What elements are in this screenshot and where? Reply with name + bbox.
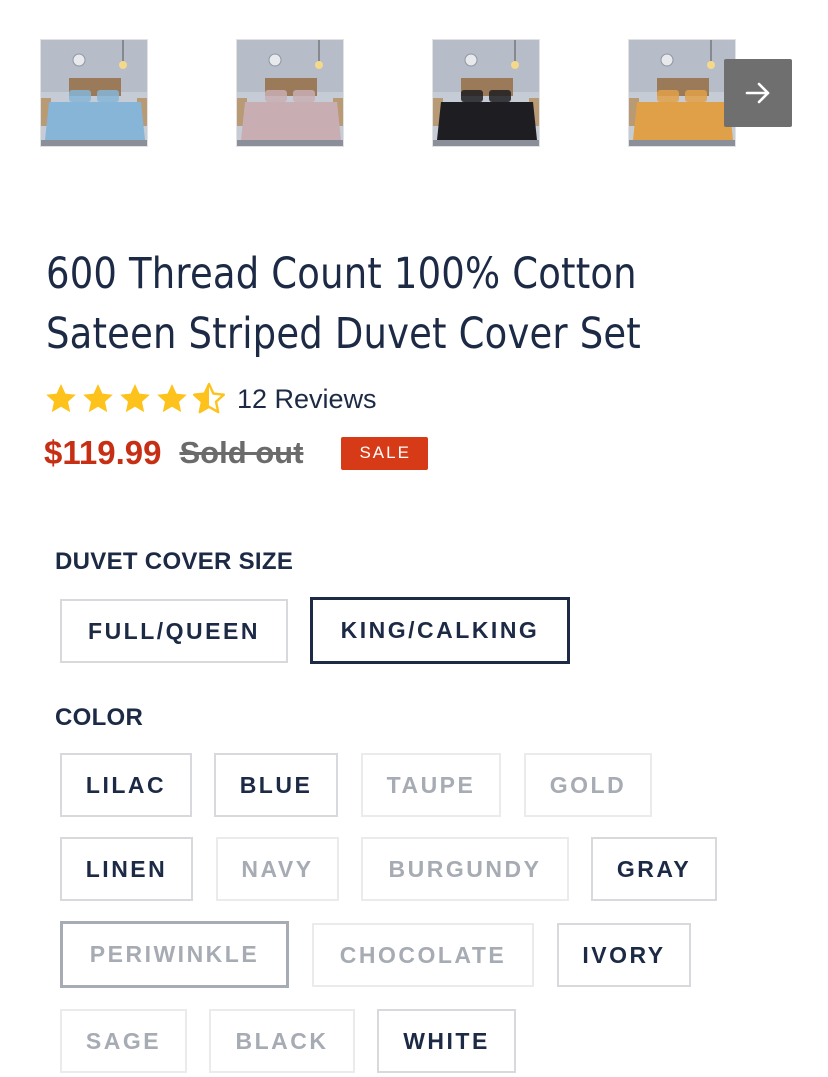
color-option-white[interactable]: WHITE: [377, 1009, 516, 1073]
compare-price: Sold out: [179, 435, 304, 470]
color-option-gray[interactable]: GRAY: [591, 837, 717, 901]
product-title-line-2: Sateen Striped Duvet Cover Set: [46, 309, 641, 359]
sale-price: $119.99: [44, 434, 162, 471]
color-option-navy[interactable]: NAVY: [216, 837, 339, 901]
thumbnail-gold[interactable]: [628, 39, 736, 147]
thumbnail-blue[interactable]: [40, 39, 148, 147]
color-option-ivory[interactable]: IVORY: [557, 923, 691, 987]
star-full-icon: [157, 384, 187, 413]
thumbnail-black[interactable]: [432, 39, 540, 147]
thumbnail-lilac[interactable]: [236, 39, 344, 147]
arrow-right-icon: [745, 82, 770, 104]
product-gallery: [0, 0, 828, 190]
star-full-icon: [120, 384, 150, 413]
color-option-blue[interactable]: BLUE: [214, 753, 338, 817]
color-option-label: COLOR: [55, 704, 144, 731]
bedding-image: [41, 40, 147, 146]
color-option-black[interactable]: BLACK: [209, 1009, 355, 1073]
size-option-king-calking[interactable]: KING/CALKING: [310, 597, 570, 664]
star-full-icon: [83, 384, 113, 413]
color-option-taupe[interactable]: TAUPE: [361, 753, 501, 817]
bedding-image: [629, 40, 735, 146]
size-option-full-queen[interactable]: FULL/QUEEN: [60, 599, 288, 663]
product-title: 600 Thread Count 100% Cotton Sateen Stri…: [46, 244, 682, 364]
star-half-icon: [193, 382, 225, 414]
bedding-image: [433, 40, 539, 146]
size-option-label: DUVET COVER SIZE: [55, 548, 294, 575]
color-option-lilac[interactable]: LILAC: [60, 753, 192, 817]
color-option-chocolate[interactable]: CHOCOLATE: [312, 923, 534, 987]
product-rating[interactable]: 12 Reviews: [44, 378, 377, 420]
color-option-burgundy[interactable]: BURGUNDY: [361, 837, 569, 901]
bedding-image: [237, 40, 343, 146]
color-option-periwinkle[interactable]: PERIWINKLE: [60, 921, 289, 988]
color-option-sage[interactable]: SAGE: [60, 1009, 187, 1073]
reviews-link[interactable]: 12 Reviews: [237, 384, 377, 415]
rating-stars: [44, 382, 229, 416]
color-option-linen[interactable]: LINEN: [60, 837, 193, 901]
color-option-gold[interactable]: GOLD: [524, 753, 652, 817]
gallery-next-button[interactable]: [724, 59, 792, 127]
product-title-line-1: 600 Thread Count 100% Cotton: [46, 249, 637, 299]
sale-badge: SALE: [341, 436, 428, 470]
star-full-icon: [46, 384, 76, 413]
price-row: $119.99 Sold out SALE: [44, 430, 428, 476]
